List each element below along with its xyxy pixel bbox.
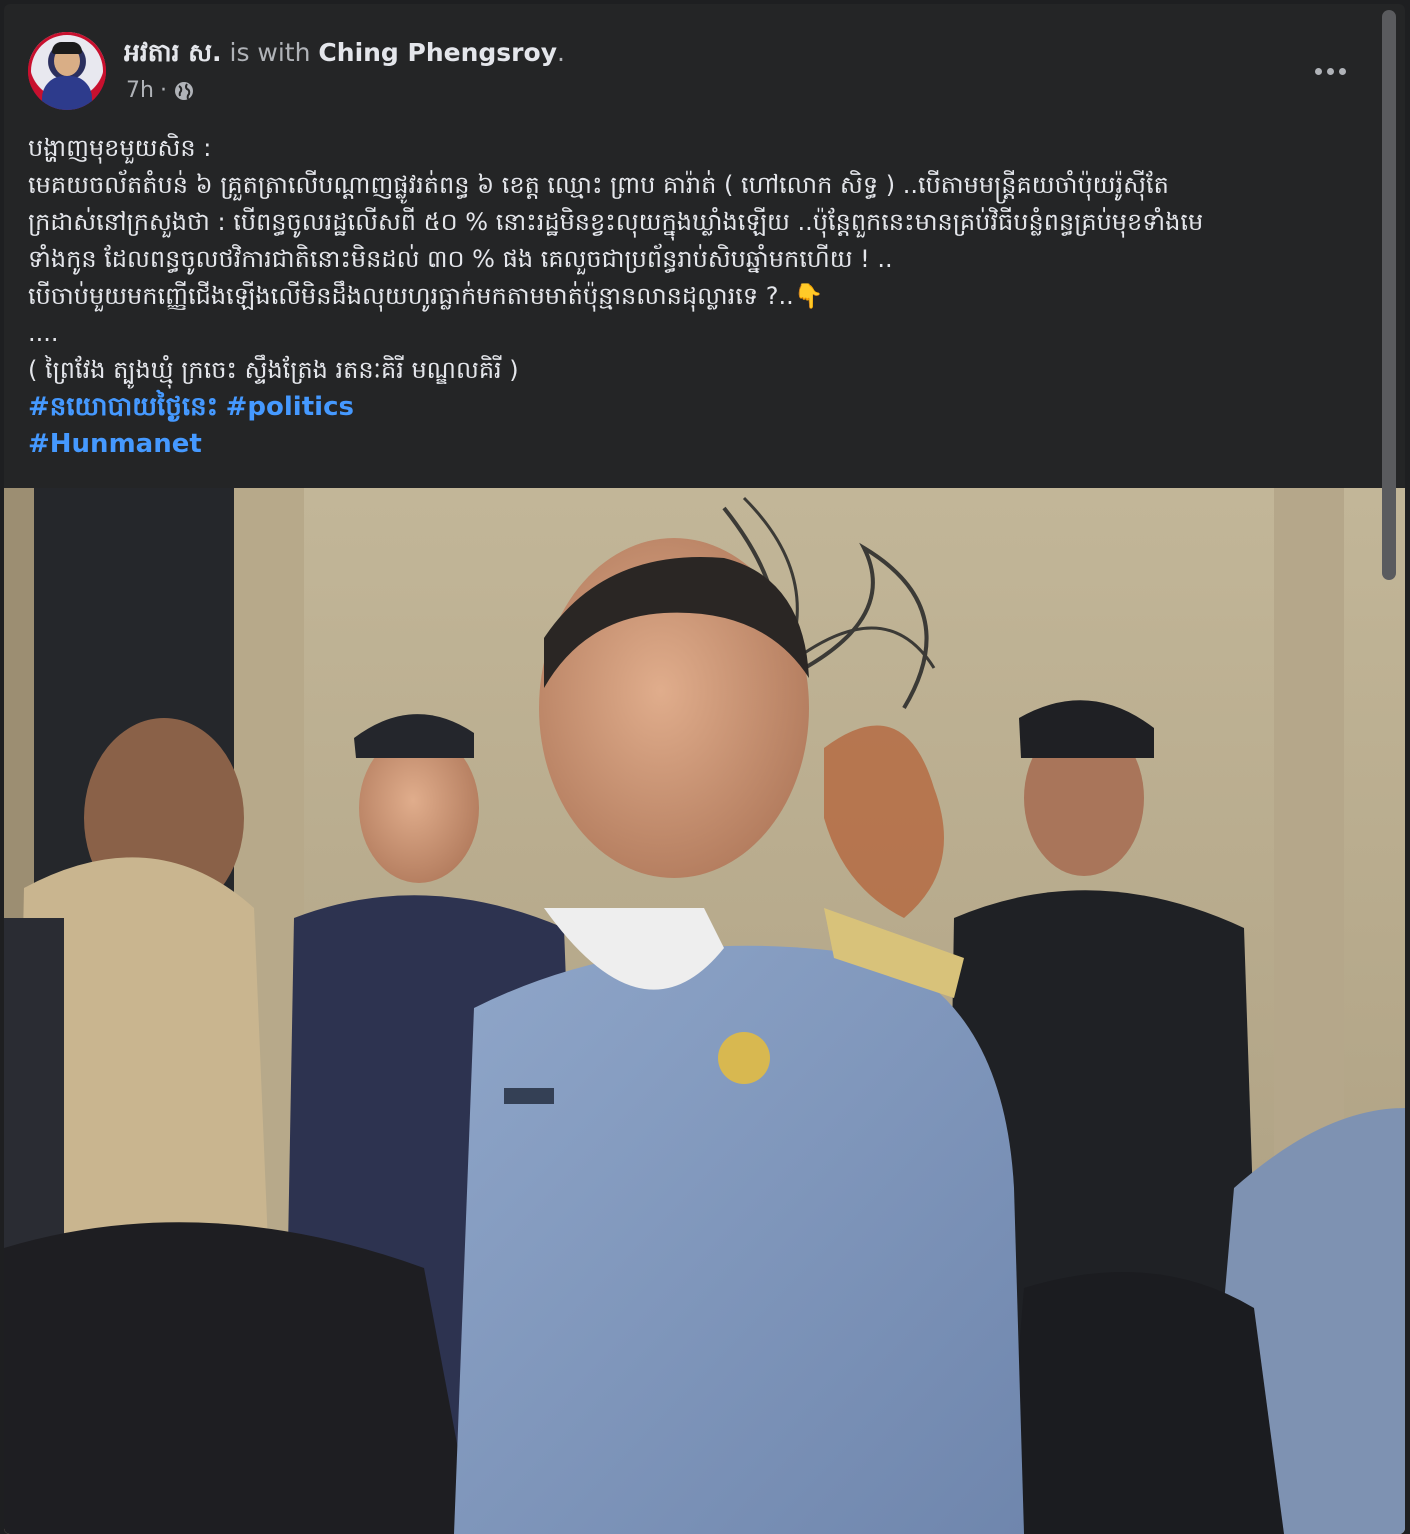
meta-separator: · — [159, 78, 167, 103]
body-line: ( ព្រៃវែង ត្បូងឃ្មុំ ក្រចេះ ស្ទឹងត្រែង រ… — [28, 356, 519, 384]
post-title-line: អវតារ ស. is with Ching Phengsroy. — [124, 38, 565, 74]
hashtag-link[interactable]: #នយោបាយថ្ងៃនេះ — [28, 392, 218, 422]
body-line: ទាំងកូន ដែលពន្ធចូលថវិការជាតិនោះមិនដល់ ៣០… — [28, 245, 893, 273]
hashtag-link[interactable]: #Hunmanet — [28, 429, 202, 459]
body-line: .... — [28, 319, 59, 347]
post-photo-image — [4, 488, 1405, 1534]
author-name[interactable]: អវតារ ស. — [124, 38, 222, 67]
scrollbar-thumb[interactable] — [1382, 10, 1396, 580]
title-period: . — [556, 38, 565, 67]
globe-icon[interactable] — [173, 80, 195, 102]
post-header: អវតារ ស. is with Ching Phengsroy. 7h · — [28, 32, 1368, 112]
post-photo[interactable] — [4, 488, 1405, 1534]
author-avatar[interactable] — [28, 32, 106, 110]
hashtag-row: #នយោបាយថ្ងៃនេះ #politics — [28, 389, 1380, 426]
tagged-person-name[interactable]: Ching Phengsroy — [318, 38, 557, 67]
scrollbar[interactable] — [1382, 10, 1396, 1534]
body-line: ក្រដាស់នៅក្រសួងថា : បើពន្ធចូលរដ្ឋលើសពី ៥… — [28, 208, 1204, 236]
body-line: បង្ហាញមុខមួយសិន : — [28, 134, 212, 162]
hashtag-row: #Hunmanet — [28, 426, 1380, 463]
post-body: បង្ហាញមុខមួយសិន : មេគយចល័តតំបន់ ៦ គ្រួតត… — [28, 130, 1380, 463]
body-line: បើចាប់មួយមកញ្ញើជើងឡើងលើមិនដឹងលុយហូរធ្លាក… — [28, 282, 824, 310]
facebook-post: អវតារ ស. is with Ching Phengsroy. 7h · ប… — [4, 4, 1405, 1534]
post-meta: 7h · — [126, 78, 195, 103]
body-line: មេគយចល័តតំបន់ ៦ គ្រួតត្រាលើបណ្ដាញផ្លូវរត… — [28, 171, 1169, 199]
more-options-icon[interactable] — [1310, 56, 1350, 86]
hashtag-link[interactable]: #politics — [226, 392, 354, 422]
post-timestamp[interactable]: 7h — [126, 78, 154, 103]
with-text: is with — [229, 38, 311, 67]
